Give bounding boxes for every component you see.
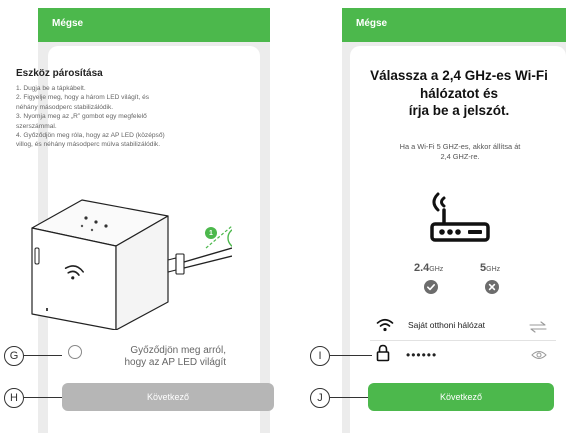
band-24ghz-label: 2.4GHz (414, 262, 443, 274)
next-button-disabled[interactable]: Következő (62, 383, 274, 411)
top-bar: Mégse (342, 8, 566, 42)
hint-line: 2,4 GHZ-re. (440, 151, 480, 161)
hub-device-illustration (31, 199, 232, 330)
callout-line (330, 355, 372, 357)
divider (370, 340, 556, 341)
confirm-label-line: hogy az AP LED világít (124, 357, 226, 368)
instruction-line: 4. Győződjön meg róla, hogy az AP LED (k… (16, 132, 165, 140)
password-input[interactable]: •••••• (406, 348, 437, 362)
network-name-field[interactable]: Saját otthoni hálózat (408, 320, 485, 330)
hint-line: Ha a Wi-Fi 5 GHZ-es, akkor állítsa át (399, 142, 521, 151)
instruction-line: 1. Dugja be a tápkábelt. (16, 85, 86, 92)
callout-line (24, 397, 62, 399)
callout-j: J (310, 388, 330, 408)
lock-icon (376, 344, 390, 362)
eye-icon[interactable] (531, 350, 547, 360)
cancel-button[interactable]: Mégse (52, 18, 83, 29)
callout-line (24, 355, 62, 357)
instruction-line: 2. Figyelje meg, hogy a három LED világí… (16, 94, 150, 102)
instruction-line: néhány másodperc stabilizálódik. (16, 103, 114, 111)
instruction-line: szerszámmal. (16, 122, 57, 130)
cross-icon (485, 280, 499, 294)
router-icon (430, 192, 490, 242)
band-unit: GHz (429, 266, 444, 273)
band-value: 2.4 (414, 262, 430, 274)
band-unit: GHz (486, 266, 501, 273)
heading-line: Válassza a 2,4 GHz-es Wi-Fi (370, 68, 548, 83)
confirm-radio[interactable] (68, 345, 82, 359)
callout-line (330, 397, 368, 399)
confirm-label-line: Győződjön meg arról, (130, 345, 226, 356)
instruction-line: 3. Nyomja meg az „R” gombot egy megfelel… (16, 113, 147, 121)
callout-i: I (310, 346, 330, 366)
switch-network-icon[interactable] (528, 321, 548, 333)
instructions: 1. Dugja be a tápkábelt. 2. Figyelje meg… (16, 84, 221, 150)
check-icon (424, 280, 438, 294)
next-button[interactable]: Következő (368, 383, 554, 411)
instruction-line: villog, és néhány másodperc múlva stabil… (16, 141, 161, 149)
callout-h: H (4, 388, 24, 408)
hint-text: Ha a Wi-Fi 5 GHZ-es, akkor állítsa át 2,… (360, 142, 560, 161)
heading-line: hálózatot és (419, 85, 498, 101)
confirm-label: Győződjön meg arról, hogy az AP LED vilá… (96, 345, 226, 369)
band-5ghz-label: 5GHz (480, 262, 500, 274)
heading-line: írja be a jelszót. (408, 103, 510, 118)
page-title: Eszköz párosítása (16, 68, 103, 79)
wifi-icon (376, 318, 394, 332)
cancel-button[interactable]: Mégse (356, 18, 387, 29)
top-bar: Mégse (38, 8, 270, 42)
page-title: Válassza a 2,4 GHz-es Wi-Fi hálózatot és… (352, 67, 566, 120)
step-marker-badge: 1 (205, 227, 217, 239)
callout-g: G (4, 346, 24, 366)
